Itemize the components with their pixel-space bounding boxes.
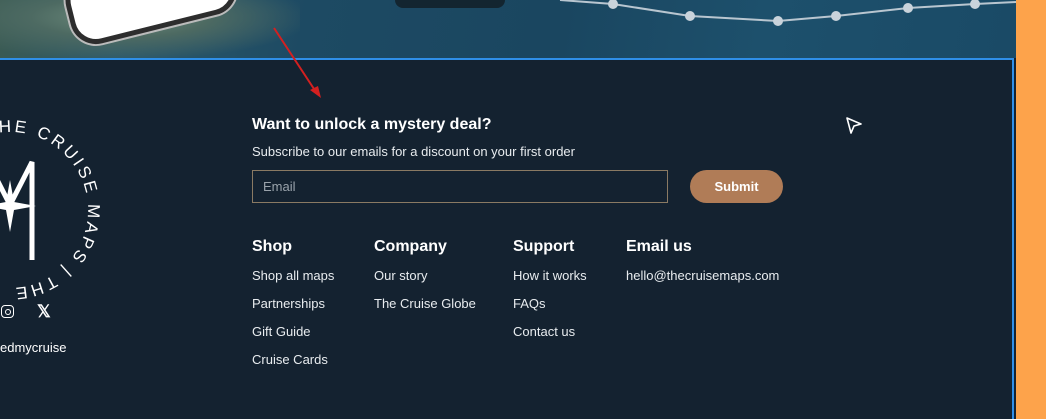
link-shop-all-maps[interactable]: Shop all maps — [252, 268, 334, 296]
link-gift-guide[interactable]: Gift Guide — [252, 324, 334, 352]
promo-title: Want to unlock a mystery deal? — [252, 116, 492, 133]
mouse-cursor-icon — [846, 117, 862, 134]
social-handle[interactable]: edmycruise — [0, 340, 66, 355]
instagram-icon[interactable] — [1, 305, 14, 318]
annotation-arrow-icon — [273, 27, 321, 98]
site-footer: THE CRUISE MAPS | THE 𝕏 edmycruise Want … — [0, 58, 1014, 419]
footer-column-company: Company Our story The Cruise Globe — [374, 238, 476, 324]
link-how-it-works[interactable]: How it works — [513, 268, 587, 296]
svg-text:THE CRUISE MAPS | THE: THE CRUISE MAPS | THE — [0, 117, 103, 303]
link-contact-us[interactable]: Contact us — [513, 324, 587, 352]
cruise-maps-logo[interactable]: THE CRUISE MAPS | THE — [0, 110, 110, 310]
email-heading: Email us — [626, 238, 692, 255]
footer-column-support: Support How it works FAQs Contact us — [513, 238, 587, 352]
support-heading: Support — [513, 238, 575, 255]
email-input[interactable] — [252, 170, 668, 203]
link-cruise-cards[interactable]: Cruise Cards — [252, 352, 334, 380]
promo-subtitle: Subscribe to our emails for a discount o… — [252, 144, 575, 159]
link-our-story[interactable]: Our story — [374, 268, 476, 296]
link-cruise-globe[interactable]: The Cruise Globe — [374, 296, 476, 324]
x-twitter-icon[interactable]: 𝕏 — [37, 302, 51, 322]
footer-column-email: Email us hello@thecruisemaps.com — [626, 238, 779, 296]
logo-ring-text: THE CRUISE MAPS | THE — [0, 117, 100, 303]
side-panel — [1016, 0, 1046, 419]
link-partnerships[interactable]: Partnerships — [252, 296, 334, 324]
link-email-address[interactable]: hello@thecruisemaps.com — [626, 268, 779, 296]
shop-heading: Shop — [252, 238, 292, 255]
footer-column-shop: Shop Shop all maps Partnerships Gift Gui… — [252, 238, 334, 380]
link-faqs[interactable]: FAQs — [513, 296, 587, 324]
submit-button[interactable]: Submit — [690, 170, 783, 203]
company-heading: Company — [374, 238, 447, 255]
